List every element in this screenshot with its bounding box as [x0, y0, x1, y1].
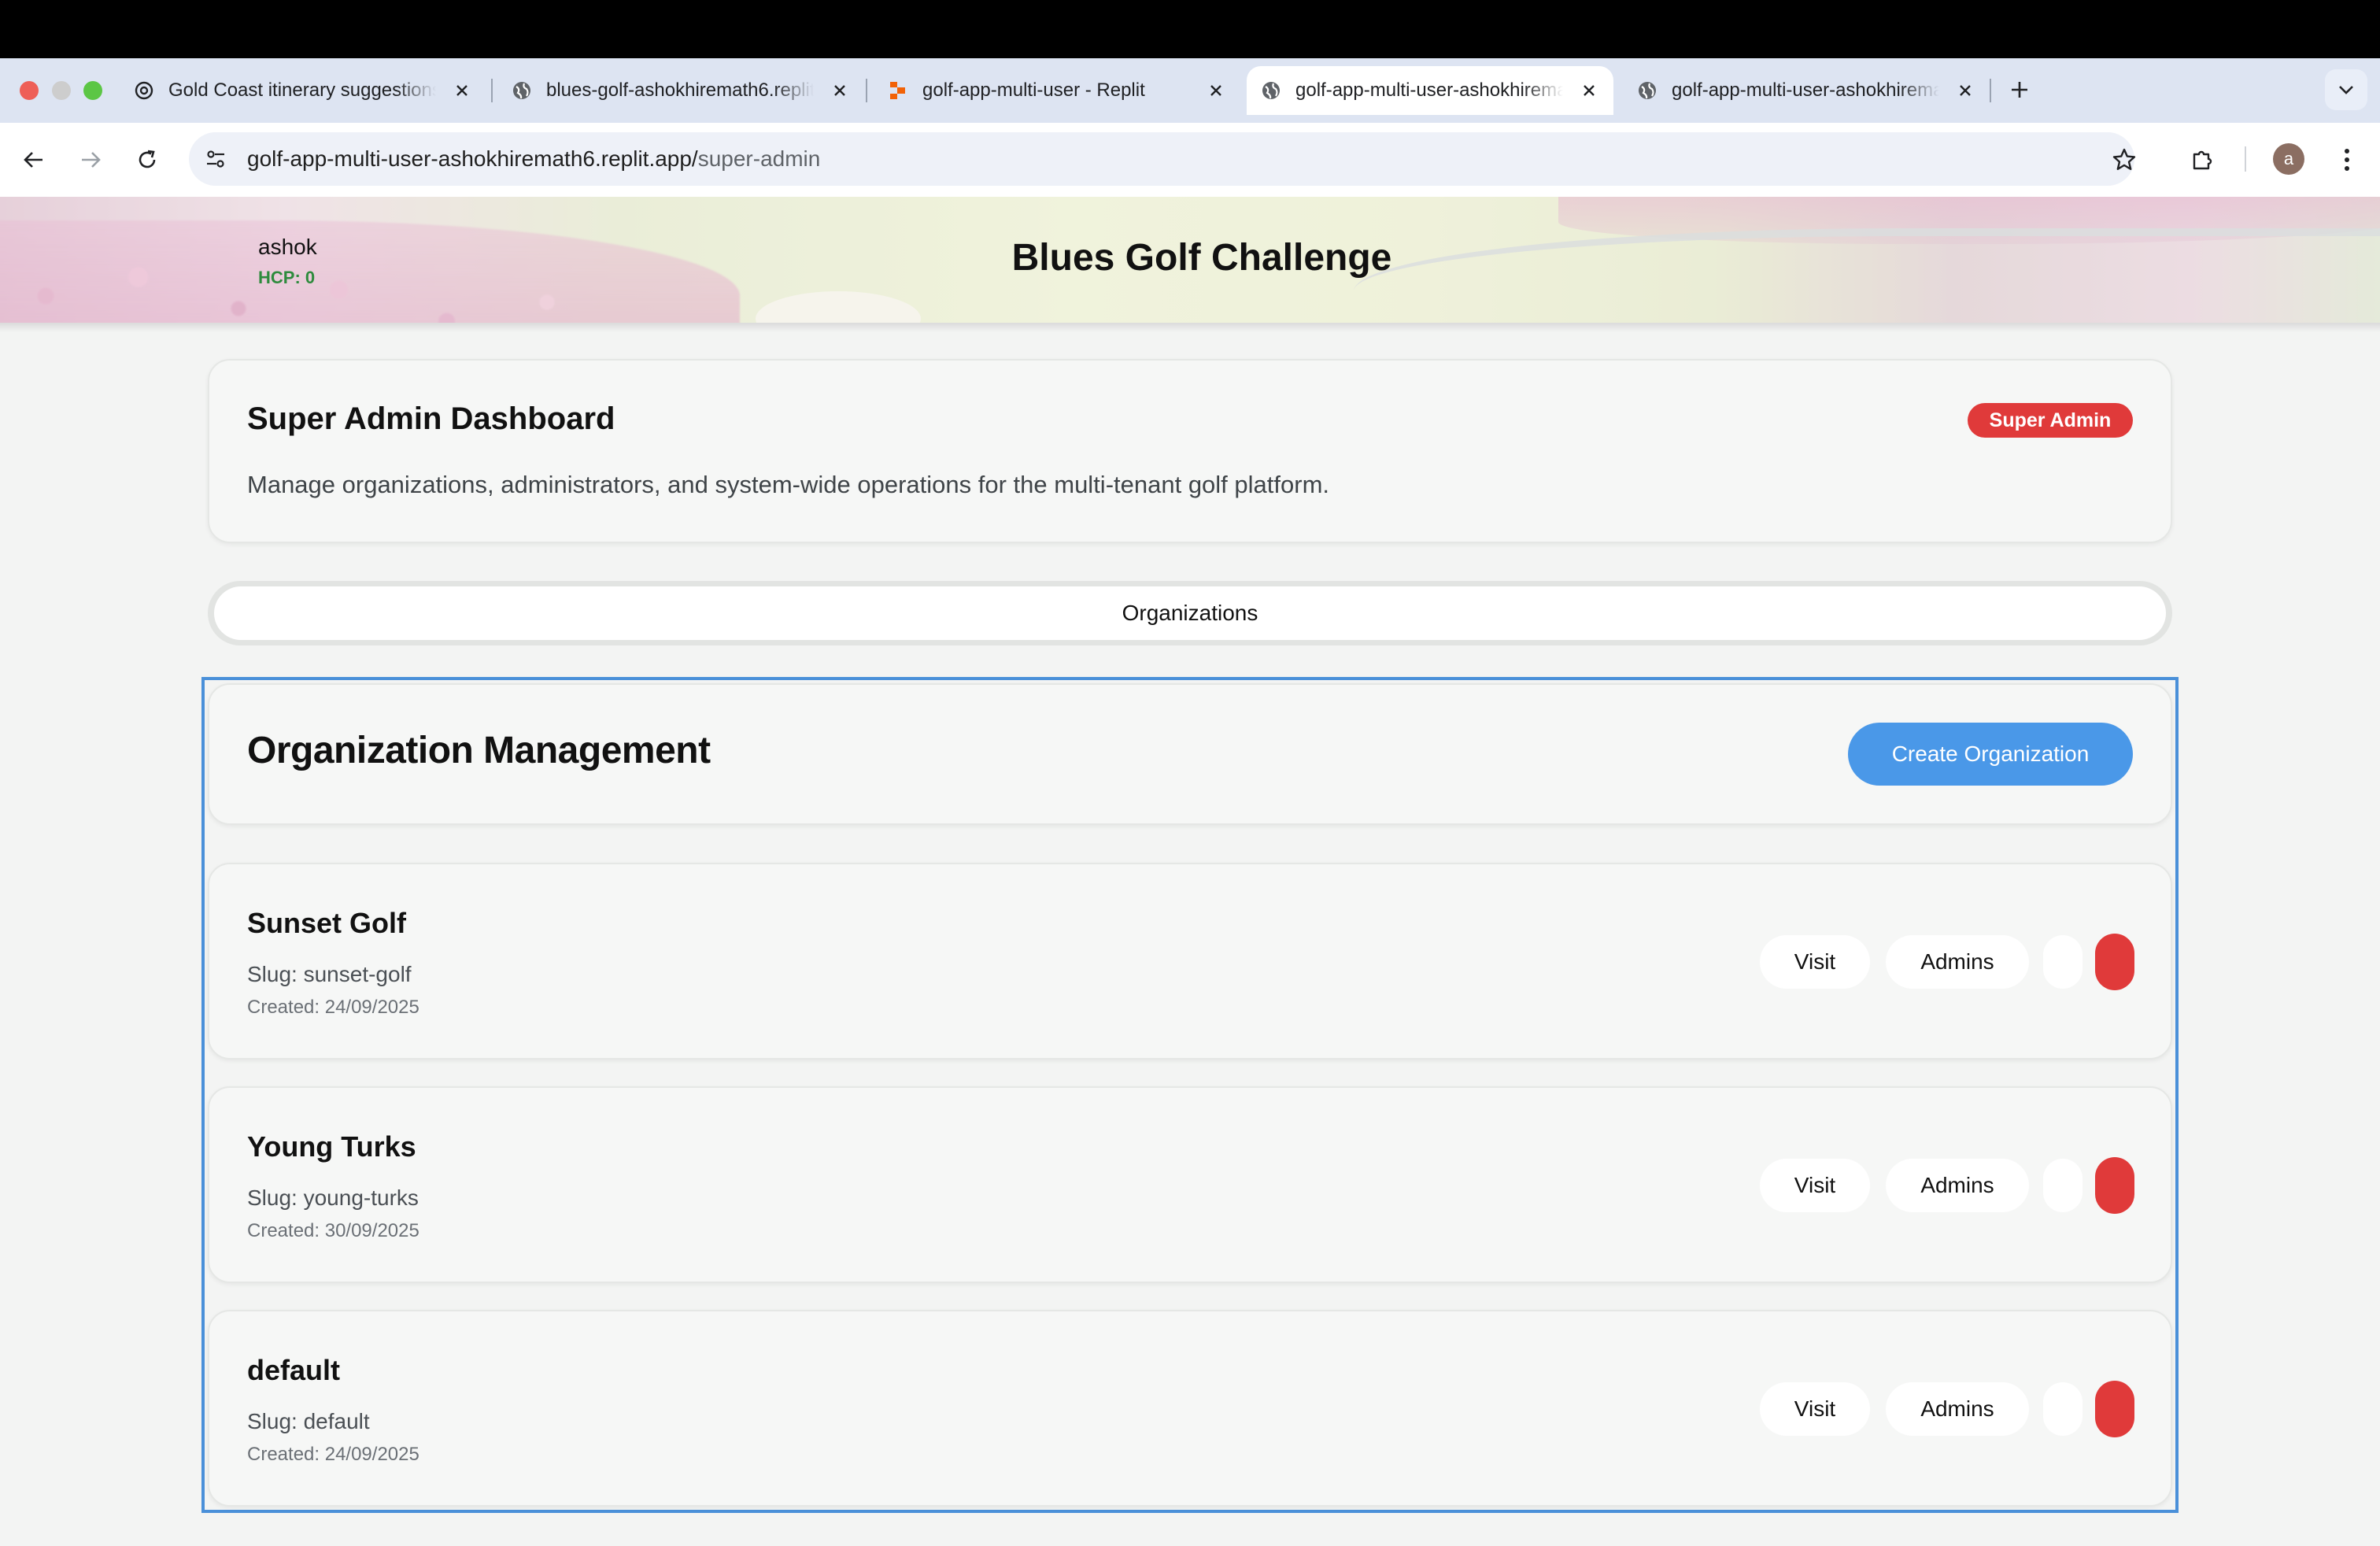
screen-top-bar — [0, 0, 2380, 58]
edit-button[interactable] — [2043, 1382, 2082, 1436]
globe-icon — [510, 79, 534, 102]
profile-avatar[interactable]: a — [2273, 143, 2304, 175]
url-path: super-admin — [697, 146, 821, 171]
back-button[interactable] — [16, 142, 52, 178]
admins-button[interactable]: Admins — [1886, 1159, 2029, 1212]
delete-button[interactable] — [2095, 1157, 2134, 1214]
organization-slug: Slug: default — [247, 1409, 370, 1433]
dashboard-card — [208, 359, 2172, 543]
browser-tab-active[interactable]: golf-app-multi-user-ashokhiremath6 — [1247, 66, 1613, 115]
delete-button[interactable] — [2095, 1381, 2134, 1437]
delete-button[interactable] — [2095, 934, 2134, 990]
dashboard-description: Manage organizations, administrators, an… — [247, 471, 1330, 498]
organization-name: default — [247, 1354, 341, 1386]
window-minimize-button[interactable] — [52, 81, 71, 100]
edit-button[interactable] — [2043, 935, 2082, 989]
admins-button[interactable]: Admins — [1886, 935, 2029, 989]
tab-separator — [491, 79, 493, 102]
tab-separator — [1990, 79, 1991, 102]
openai-icon — [132, 79, 156, 102]
browser-tab[interactable]: blues-golf-ashokhiremath6.replit.app — [510, 66, 864, 115]
role-badge: Super Admin — [1968, 403, 2133, 438]
organization-name: Young Turks — [247, 1130, 416, 1163]
reload-button[interactable] — [129, 142, 165, 178]
organization-created-date: Created: 24/09/2025 — [247, 1444, 419, 1465]
new-tab-button[interactable] — [2004, 74, 2035, 105]
browser-tab[interactable]: golf-app-multi-user-ashokhiremath6 — [1635, 66, 1990, 115]
forward-button[interactable] — [72, 142, 109, 178]
browser-tab[interactable]: Gold Coast itinerary suggestions — [132, 66, 486, 115]
edit-button[interactable] — [2043, 1159, 2082, 1212]
close-icon[interactable] — [1952, 77, 1979, 104]
globe-icon — [1259, 79, 1283, 102]
organization-card — [208, 1310, 2172, 1507]
organization-created-date: Created: 30/09/2025 — [247, 1220, 419, 1241]
tab-title: golf-app-multi-user - Replit — [922, 80, 1145, 101]
tab-title: golf-app-multi-user-ashokhiremath6 — [1672, 80, 1939, 101]
organization-slug: Slug: sunset-golf — [247, 962, 412, 986]
window-close-button[interactable] — [20, 81, 39, 100]
window-maximize-button[interactable] — [83, 81, 102, 100]
section-title: Organization Management — [247, 730, 711, 771]
toolbar-divider — [2245, 146, 2246, 172]
visit-button[interactable]: Visit — [1760, 1382, 1870, 1436]
back-arrow-icon — [24, 152, 42, 168]
admins-button[interactable]: Admins — [1886, 1382, 2029, 1436]
organization-card — [208, 863, 2172, 1060]
extensions-icon[interactable] — [2185, 142, 2221, 178]
create-organization-button[interactable]: Create Organization — [1848, 723, 2133, 786]
close-icon[interactable] — [1203, 77, 1229, 104]
tab-search-button[interactable] — [2325, 69, 2367, 110]
tab-title: blues-golf-ashokhiremath6.replit.app — [546, 80, 814, 101]
globe-icon — [1635, 79, 1659, 102]
close-icon[interactable] — [1576, 77, 1602, 104]
close-icon[interactable] — [826, 77, 853, 104]
tab-organizations[interactable]: Organizations — [214, 586, 2166, 640]
chevron-down-icon — [2339, 86, 2353, 94]
url-text[interactable]: golf-app-multi-user-ashokhiremath6.repli… — [247, 146, 820, 172]
organization-card — [208, 1086, 2172, 1283]
close-icon[interactable] — [449, 77, 475, 104]
replit-icon — [886, 79, 910, 102]
organization-created-date: Created: 24/09/2025 — [247, 997, 419, 1018]
tab-title: Gold Coast itinerary suggestions — [168, 80, 436, 101]
tab-separator — [866, 79, 867, 102]
visit-button[interactable]: Visit — [1760, 1159, 1870, 1212]
tab-title: golf-app-multi-user-ashokhiremath6 — [1295, 80, 1563, 101]
forward-arrow-icon — [82, 152, 101, 168]
browser-tab[interactable]: golf-app-multi-user - Replit — [886, 66, 1240, 115]
site-info-icon[interactable] — [198, 142, 233, 176]
browser-menu-icon[interactable] — [2331, 142, 2363, 178]
reload-icon — [139, 150, 156, 168]
page-title: Super Admin Dashboard — [247, 401, 615, 436]
plus-icon — [2012, 82, 2027, 98]
url-host: golf-app-multi-user-ashokhiremath6.repli… — [247, 146, 698, 171]
organization-name: Sunset Golf — [247, 907, 407, 939]
banner-shadow — [0, 323, 2380, 332]
visit-button[interactable]: Visit — [1760, 935, 1870, 989]
bookmark-star-icon[interactable] — [2106, 142, 2142, 178]
organization-slug: Slug: young-turks — [247, 1185, 419, 1210]
app-title: Blues Golf Challenge — [1011, 237, 1392, 279]
